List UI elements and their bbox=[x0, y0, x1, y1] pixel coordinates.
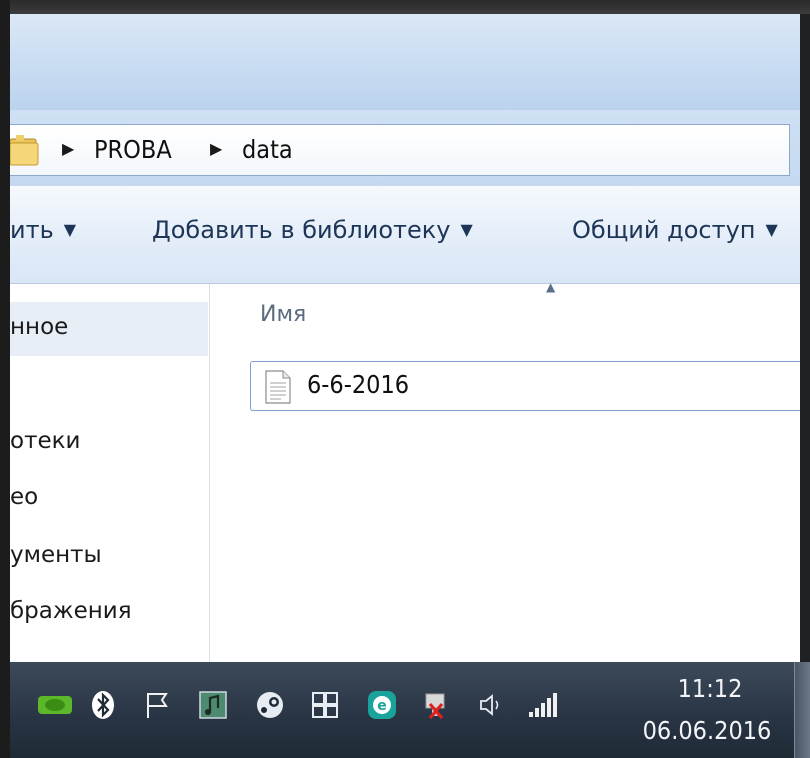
power-disconnected-icon[interactable] bbox=[422, 690, 452, 720]
nav-item-libraries[interactable]: отеки bbox=[10, 428, 80, 454]
command-bar: ить ▼ Добавить в библиотеку ▼ Общий доступ… bbox=[10, 186, 800, 284]
breadcrumb-arrow-icon[interactable]: ▶ bbox=[210, 139, 222, 158]
address-bar-area: ▶ PROBA ▶ data bbox=[10, 110, 800, 186]
address-field[interactable]: ▶ PROBA ▶ data bbox=[10, 124, 790, 176]
nav-item-video[interactable]: ео bbox=[10, 484, 38, 510]
dropdown-arrow-icon: ▼ bbox=[765, 220, 778, 239]
file-name: 6-6-2016 bbox=[307, 370, 410, 399]
explorer-window: ▶ PROBA ▶ data ить ▼ Добавить в библиотек… bbox=[10, 14, 800, 662]
nav-item-pictures[interactable]: бражения bbox=[10, 598, 132, 624]
eset-icon[interactable]: e bbox=[366, 690, 398, 720]
file-row[interactable]: 6-6-2016 bbox=[250, 361, 800, 411]
breadcrumb-proba[interactable]: PROBA bbox=[94, 135, 172, 164]
music-app-icon[interactable] bbox=[198, 690, 228, 720]
clock-date[interactable]: 06.06.2016 bbox=[622, 716, 792, 745]
nvidia-icon[interactable] bbox=[36, 690, 76, 720]
steam-icon[interactable] bbox=[254, 690, 286, 720]
text-file-icon bbox=[265, 370, 291, 404]
breadcrumb-arrow-icon[interactable]: ▶ bbox=[62, 139, 74, 158]
file-list: ▲ Имя 6-6-2016 bbox=[210, 280, 800, 662]
frame-top-edge bbox=[0, 0, 810, 14]
taskbar: e 11:12 06.06.2016 bbox=[10, 662, 810, 758]
organize-label: ить bbox=[10, 216, 54, 244]
column-header-name[interactable]: Имя bbox=[260, 302, 306, 327]
windows-grid-icon[interactable] bbox=[310, 690, 340, 720]
share-button[interactable]: Общий доступ ▼ bbox=[572, 216, 778, 244]
frame-left-edge bbox=[0, 0, 10, 758]
breadcrumb-data[interactable]: data bbox=[242, 135, 293, 164]
folder-icon bbox=[10, 135, 39, 166]
sort-ascending-icon: ▲ bbox=[546, 280, 556, 294]
clock-time[interactable]: 11:12 bbox=[640, 674, 780, 703]
title-bar[interactable] bbox=[10, 14, 800, 110]
action-center-flag-icon[interactable] bbox=[144, 690, 172, 720]
dropdown-arrow-icon: ▼ bbox=[63, 220, 77, 239]
add-to-library-button[interactable]: Добавить в библиотеку ▼ bbox=[152, 216, 473, 244]
navigation-pane: нное отеки ео ументы бражения bbox=[10, 284, 210, 662]
share-label: Общий доступ bbox=[572, 216, 756, 244]
show-desktop-button[interactable] bbox=[794, 662, 810, 758]
bluetooth-icon[interactable] bbox=[90, 690, 116, 720]
nav-item-documents[interactable]: ументы bbox=[10, 542, 102, 568]
volume-icon[interactable] bbox=[476, 690, 506, 720]
add-to-library-label: Добавить в библиотеку bbox=[152, 216, 451, 244]
nav-item-favorites[interactable]: нное bbox=[10, 314, 68, 340]
svg-text:e: e bbox=[377, 698, 387, 714]
network-signal-icon[interactable] bbox=[526, 690, 560, 720]
dropdown-arrow-icon: ▼ bbox=[460, 220, 473, 239]
organize-button[interactable]: ить ▼ bbox=[10, 216, 76, 244]
